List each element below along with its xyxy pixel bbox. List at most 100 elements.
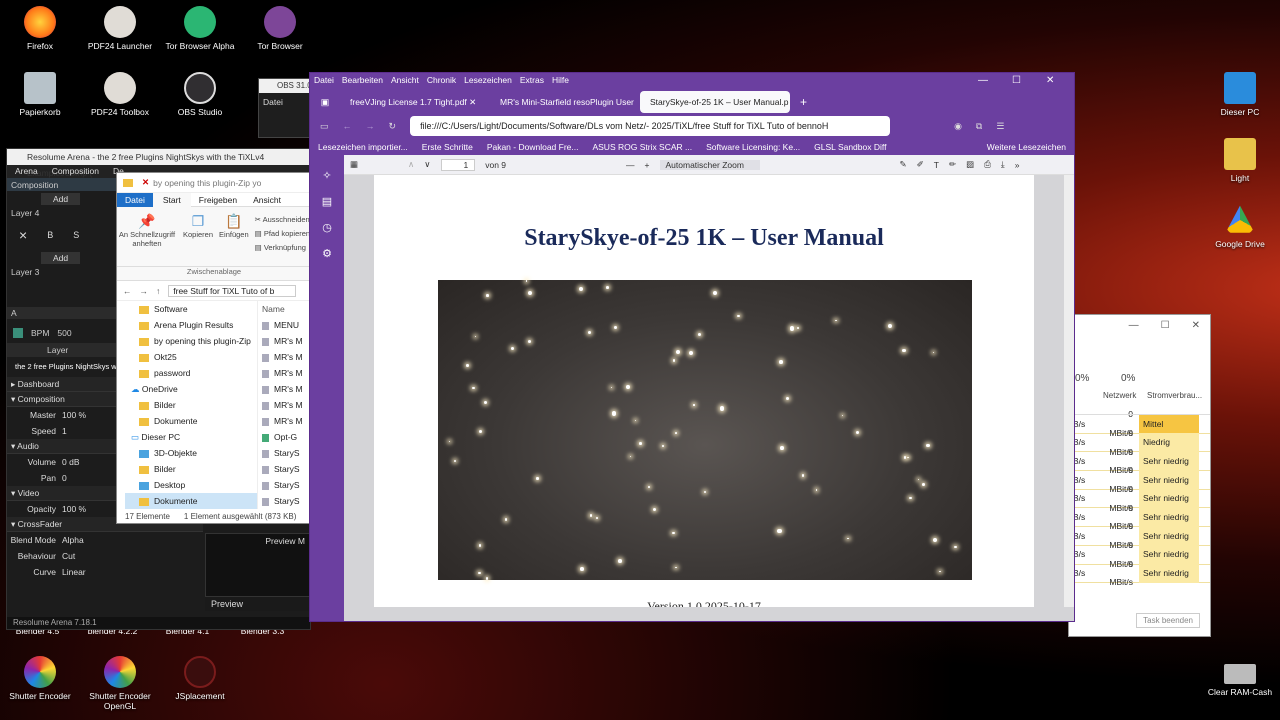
bookmark-item[interactable]: Lesezeichen importier... xyxy=(318,142,408,152)
file-list[interactable]: Name MENU MR's M MR's M MR's M MR's M MR's M M… xyxy=(257,301,311,509)
extensions-icon[interactable]: ⧉ xyxy=(976,121,982,132)
sidebar-icon[interactable]: ▭ xyxy=(320,121,329,132)
pdf24-launcher-desktop-icon[interactable]: PDF24 Launcher xyxy=(80,6,160,51)
nav-item[interactable]: Arena Plugin Results xyxy=(125,317,257,333)
close-icon[interactable]: ✕ xyxy=(1192,320,1200,331)
menu-item[interactable]: Datei xyxy=(314,75,334,85)
delete-icon[interactable]: ✕ xyxy=(142,177,149,188)
task-manager-window[interactable]: — ☐ ✕ 0% 0% Netzwerk Stromverbrau... B/s 0 … xyxy=(1068,314,1211,637)
file-item[interactable]: StaryS xyxy=(262,493,311,509)
image-icon[interactable]: ▨ xyxy=(966,159,974,170)
sidebar-tabs-icon[interactable]: ▣ xyxy=(310,97,340,108)
bookmark-item[interactable]: GLSL Sandbox Diff xyxy=(814,142,886,152)
back-icon[interactable]: ← xyxy=(343,121,352,131)
shutter-encoder-desktop-icon[interactable]: Shutter Encoder xyxy=(0,656,80,701)
edit-pdf-icon[interactable]: ✎ xyxy=(900,159,907,170)
solo-button[interactable]: S xyxy=(73,230,79,240)
behaviour-value[interactable]: Cut xyxy=(62,548,75,564)
bookmark-item[interactable]: ASUS ROG Strix SCAR ... xyxy=(592,142,692,152)
ribbon-tab-file[interactable]: Datei xyxy=(117,192,153,207)
end-task-button[interactable]: Task beenden xyxy=(1136,613,1200,628)
nav-item[interactable]: password xyxy=(125,365,257,381)
ribbon-tab-view[interactable]: Ansicht xyxy=(245,193,289,207)
prev-page-icon[interactable]: ∧ xyxy=(408,159,414,170)
menu-item[interactable]: Chronik xyxy=(427,75,456,85)
nav-item-this-pc[interactable]: ▭ Dieser PC xyxy=(125,429,257,445)
column-header-name[interactable]: Name xyxy=(258,301,311,317)
synced-tabs-icon[interactable]: ▤ xyxy=(310,189,344,215)
firefox-desktop-icon[interactable]: Firefox xyxy=(0,6,80,51)
preview-monitor-panel[interactable]: Preview M xyxy=(205,533,310,597)
more-bookmarks[interactable]: Weitere Lesezeichen xyxy=(987,142,1074,152)
reload-icon[interactable]: ↻ xyxy=(389,121,397,132)
tab-mini-starfield[interactable]: MR's Mini-Starfield resoPlugin User xyxy=(490,91,640,113)
speed-value[interactable]: 1 xyxy=(62,423,67,439)
nav-item[interactable]: Dokumente xyxy=(125,413,257,429)
table-row[interactable]: B/s 0 MBit/s Sehr niedrig xyxy=(1069,559,1210,587)
file-item[interactable]: MR's M xyxy=(262,365,311,381)
nav-item[interactable]: Bilder xyxy=(125,461,257,477)
sidebar-toggle-icon[interactable]: ▦ xyxy=(350,159,358,170)
up-icon[interactable]: ↑ xyxy=(156,286,160,296)
nav-item[interactable]: Okt25 xyxy=(125,349,257,365)
zoom-select[interactable]: Automatischer Zoom xyxy=(659,159,760,170)
sidebar[interactable]: ✧ ▤ ◷ ⚙ xyxy=(310,155,344,621)
recycle-bin-desktop-icon[interactable]: Papierkorb xyxy=(0,72,80,117)
url-bar[interactable]: file:///C:/Users/Light/Documents/Softwar… xyxy=(410,116,891,136)
zoom-out-icon[interactable]: — xyxy=(626,160,635,170)
pdf24-toolbox-desktop-icon[interactable]: PDF24 Toolbox xyxy=(80,72,160,117)
table-row[interactable]: B/s 0 MBit/s Sehr niedrig xyxy=(1069,447,1210,475)
table-row[interactable]: B/s 0 MBit/s Sehr niedrig xyxy=(1069,521,1210,550)
menu-icon[interactable]: ☰ xyxy=(996,121,1004,132)
maximize-icon[interactable]: ☐ xyxy=(1012,75,1021,86)
ribbon-tab-start[interactable]: Start xyxy=(152,192,191,207)
menu-item[interactable]: Hilfe xyxy=(552,75,569,85)
file-item[interactable]: StaryS xyxy=(262,477,311,493)
master-value[interactable]: 100 % xyxy=(62,407,86,423)
bypass-button[interactable]: B xyxy=(47,230,53,240)
column-header-network[interactable]: Netzwerk xyxy=(1103,391,1136,400)
forward-icon[interactable]: → xyxy=(366,121,375,131)
clear-ram-desktop-icon[interactable]: Clear RAM-Cash xyxy=(1200,664,1280,697)
paste-button[interactable]: 📋 Einfügen xyxy=(219,213,249,239)
file-item[interactable]: MR's M xyxy=(262,397,311,413)
table-row[interactable]: B/s 0 MBit/s Sehr niedrig xyxy=(1069,465,1210,494)
file-item[interactable]: MENU xyxy=(262,317,311,333)
new-tab-icon[interactable]: + xyxy=(790,95,817,109)
menu-item[interactable]: Lesezeichen xyxy=(464,75,512,85)
close-icon[interactable]: ✕ xyxy=(469,97,476,107)
add-dropdown[interactable]: Add xyxy=(41,193,81,205)
table-row[interactable]: B/s 0 MBit/s Sehr niedrig xyxy=(1069,540,1210,569)
file-item[interactable]: MR's M xyxy=(262,333,311,349)
blend-mode-value[interactable]: Alpha xyxy=(62,532,84,548)
print-icon[interactable]: ⎙ xyxy=(984,159,991,170)
nav-item[interactable]: 3D-Objekte xyxy=(125,445,257,461)
tor-browser-desktop-icon[interactable]: Tor Browser xyxy=(240,6,320,51)
nav-item[interactable]: by opening this plugin-Zip xyxy=(125,333,257,349)
file-item[interactable]: Opt-G xyxy=(262,429,311,445)
save-icon[interactable]: ⤓ xyxy=(1001,159,1005,170)
navigation-pane[interactable]: Software Arena Plugin Results by opening… xyxy=(117,301,257,509)
maximize-icon[interactable]: ☐ xyxy=(1161,320,1170,331)
draw-icon[interactable]: ✏ xyxy=(949,159,956,170)
file-item[interactable]: MR's M xyxy=(262,381,311,397)
minimize-icon[interactable]: — xyxy=(978,75,988,86)
file-item[interactable]: StaryS xyxy=(262,445,311,461)
scrollbar[interactable] xyxy=(1064,175,1074,607)
account-icon[interactable]: ◉ xyxy=(954,121,962,132)
menu-arena[interactable]: Arena xyxy=(15,165,38,178)
nav-item[interactable]: Desktop xyxy=(125,477,257,493)
bookmark-item[interactable]: Erste Schritte xyxy=(422,142,473,152)
ai-chat-icon[interactable]: ✧ xyxy=(310,163,344,189)
shutter-encoder-opengl-desktop-icon[interactable]: Shutter Encoder OpenGL xyxy=(80,656,160,711)
ribbon-tab-share[interactable]: Freigeben xyxy=(191,193,245,207)
volume-value[interactable]: 0 dB xyxy=(62,454,80,470)
nav-item[interactable]: Dokumente xyxy=(125,493,257,509)
page-number-input[interactable]: 1 xyxy=(440,158,476,171)
address-bar[interactable]: free Stuff for TiXL Tuto of b xyxy=(168,284,297,297)
more-tools-icon[interactable]: » xyxy=(1015,160,1020,170)
table-row[interactable]: B/s 0 MBit/s Niedrig xyxy=(1069,428,1210,457)
nav-item[interactable]: Software xyxy=(125,301,257,317)
tor-browser-alpha-desktop-icon[interactable]: Tor Browser Alpha xyxy=(160,6,240,51)
column-header-power[interactable]: Stromverbrau... xyxy=(1147,391,1202,400)
